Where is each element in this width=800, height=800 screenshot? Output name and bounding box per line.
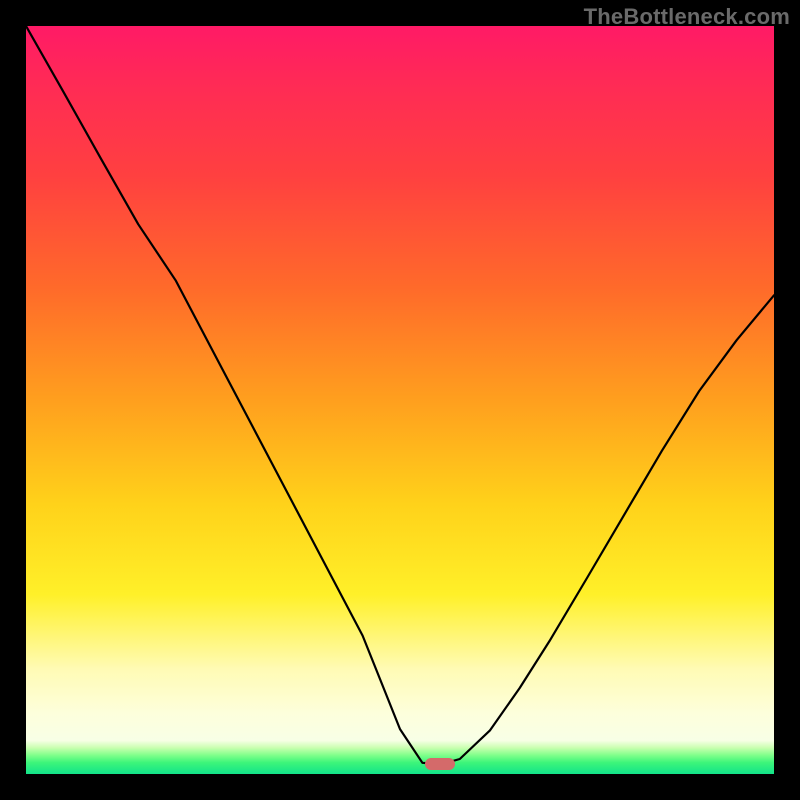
watermark-text: TheBottleneck.com <box>584 4 790 30</box>
chart-container: TheBottleneck.com <box>0 0 800 800</box>
optimum-marker <box>425 758 455 770</box>
plot-area <box>26 26 774 774</box>
bottleneck-curve <box>26 26 774 774</box>
